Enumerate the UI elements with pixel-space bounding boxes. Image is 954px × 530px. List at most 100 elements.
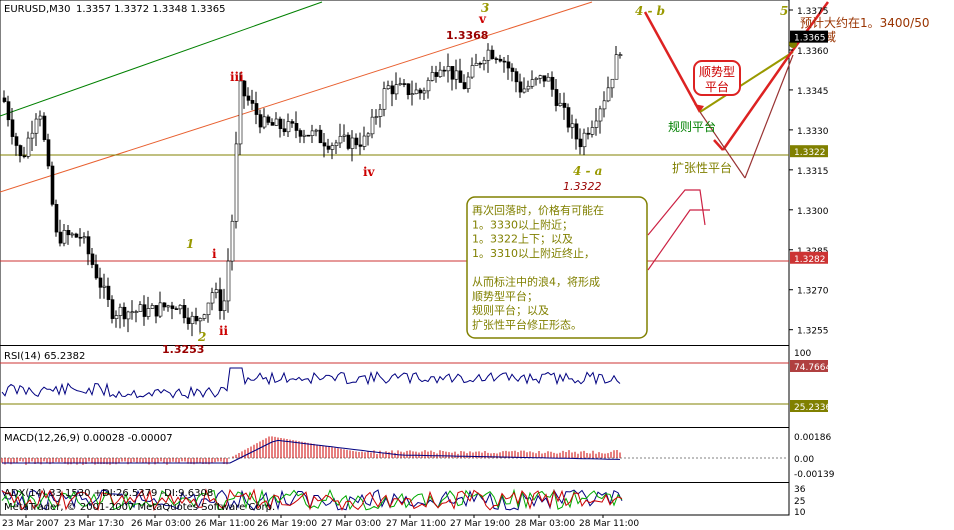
candle-body: [478, 62, 483, 65]
candle-body: [618, 54, 623, 56]
channel-upper-line: [0, 1, 323, 117]
candle-body: [202, 314, 207, 319]
candle-body: [250, 100, 255, 104]
candle-body: [226, 260, 231, 302]
candle-body: [114, 315, 119, 319]
price-axis: 1.3375 1.3360 1.3345 1.3330 1.3315 1.3300 1.32…: [789, 7, 829, 337]
indicator-axes: 100 74.7664 25.2336 0.00186 0.00 -0.00139 36 25…: [790, 349, 835, 518]
candle-body: [598, 108, 603, 122]
candle-body: [162, 302, 167, 308]
candle-body: [6, 101, 11, 121]
expanded-flat-label: 扩张性平台: [672, 160, 732, 175]
macd-title: MACD(12,26,9) 0.00028 -0.00007: [4, 433, 173, 444]
price-tick-label: 1.3345: [797, 87, 829, 97]
candle-body: [462, 82, 467, 89]
time-tick-label: 23 Mar 2007: [2, 519, 59, 529]
candle-body: [186, 317, 191, 324]
candle-body: [258, 114, 263, 128]
candle-body: [498, 58, 503, 62]
candle-body: [538, 75, 543, 79]
wave-4b-label: 4 - b: [635, 4, 665, 18]
candle-body: [594, 120, 599, 128]
candle-body: [138, 304, 143, 312]
candle-body: [58, 231, 63, 244]
indicator-axis-label: -0.00139: [794, 470, 835, 480]
candle-body: [310, 130, 315, 136]
candle-body: [66, 229, 71, 236]
candle-body: [442, 69, 447, 72]
price-markers: 1.3365 1.3322 1.3282: [790, 30, 828, 265]
candle-body: [26, 137, 31, 157]
symbol-label: EURUSD,M30: [4, 4, 70, 15]
candle-body: [506, 61, 511, 69]
note-line: 扩张性平台修正形态。: [472, 317, 582, 331]
indicator-axis-label: 0.00: [794, 455, 814, 465]
candle-body: [34, 118, 39, 134]
candle-body: [170, 305, 175, 309]
indicator-axis-label: 74.7664: [794, 363, 831, 373]
indicator-axis-label: 25: [794, 497, 805, 507]
candle-body: [126, 311, 131, 320]
candle-body: [62, 229, 67, 244]
candle-body: [494, 58, 499, 60]
candle-body: [198, 318, 203, 322]
candle-body: [406, 83, 411, 95]
wave-iii-label: iii: [230, 70, 244, 84]
wave-iv-label: iv: [363, 165, 376, 179]
price-tick-label: 1.3300: [797, 207, 829, 217]
candle-body: [550, 76, 555, 90]
price-marker-label: 1.3365: [794, 34, 826, 44]
candle-body: [390, 85, 395, 95]
candle-body: [102, 285, 107, 288]
candle-body: [378, 108, 383, 117]
candle-body: [298, 130, 303, 137]
candle-body: [270, 122, 275, 126]
candle-body: [174, 308, 179, 310]
candle-body: [326, 145, 331, 150]
candle-body: [150, 305, 155, 309]
candle-body: [190, 315, 195, 324]
candle-body: [306, 134, 311, 137]
candle-body: [14, 136, 19, 146]
candle-body: [346, 134, 351, 149]
time-tick-label: 27 Mar 19:00: [450, 519, 510, 529]
candle-body: [50, 165, 55, 205]
candle-body: [542, 75, 547, 82]
note-line: 顺势型平台；: [472, 289, 538, 303]
candle-body: [38, 115, 43, 120]
candle-body: [90, 253, 95, 265]
candle-body: [586, 132, 591, 135]
indicator-axis-label: 25.2336: [794, 403, 831, 413]
note-line: 规则平台；以及: [472, 303, 549, 317]
time-tick-label: 27 Mar 03:00: [321, 519, 381, 529]
note-line: 从而标注中的浪4，将形成: [472, 275, 600, 289]
candle-body: [214, 289, 219, 294]
candle-body: [2, 97, 7, 102]
candle-body: [446, 66, 451, 72]
time-tick-label: 28 Mar 11:00: [579, 519, 639, 529]
candle-body: [558, 102, 563, 106]
candle-body: [490, 49, 495, 59]
target-label-1: 预计大约在1。3400/50: [800, 15, 930, 30]
candle-body: [354, 137, 359, 146]
candle-body: [322, 142, 327, 147]
candle-body: [158, 302, 163, 317]
time-axis: 23 Mar 2007 23 Mar 17:30 26 Mar 03:00 26 Ma…: [2, 515, 639, 529]
trend-flat-label-1: 顺势型: [699, 65, 735, 79]
indicator-axis-label: 0.00186: [794, 433, 831, 443]
candle-body: [386, 85, 391, 89]
candle-body: [146, 308, 151, 317]
candle-body: [438, 69, 443, 77]
candle-body: [278, 118, 283, 130]
regular-flat-leg: [713, 139, 724, 151]
candle-body: [266, 116, 271, 123]
time-tick-label: 28 Mar 03:00: [515, 519, 575, 529]
candle-body: [246, 95, 251, 101]
rsi-line: [1, 367, 621, 399]
candle-body: [218, 289, 223, 312]
price-marker-label: 1.3282: [794, 255, 826, 265]
candle-body: [342, 134, 347, 137]
adx-title: ADX(14) 33.1530 +DI:26.5379 -DI:9.6308: [4, 488, 213, 499]
note-line: 1。3310以上附近终止，: [472, 246, 595, 260]
candle-body: [562, 102, 567, 108]
